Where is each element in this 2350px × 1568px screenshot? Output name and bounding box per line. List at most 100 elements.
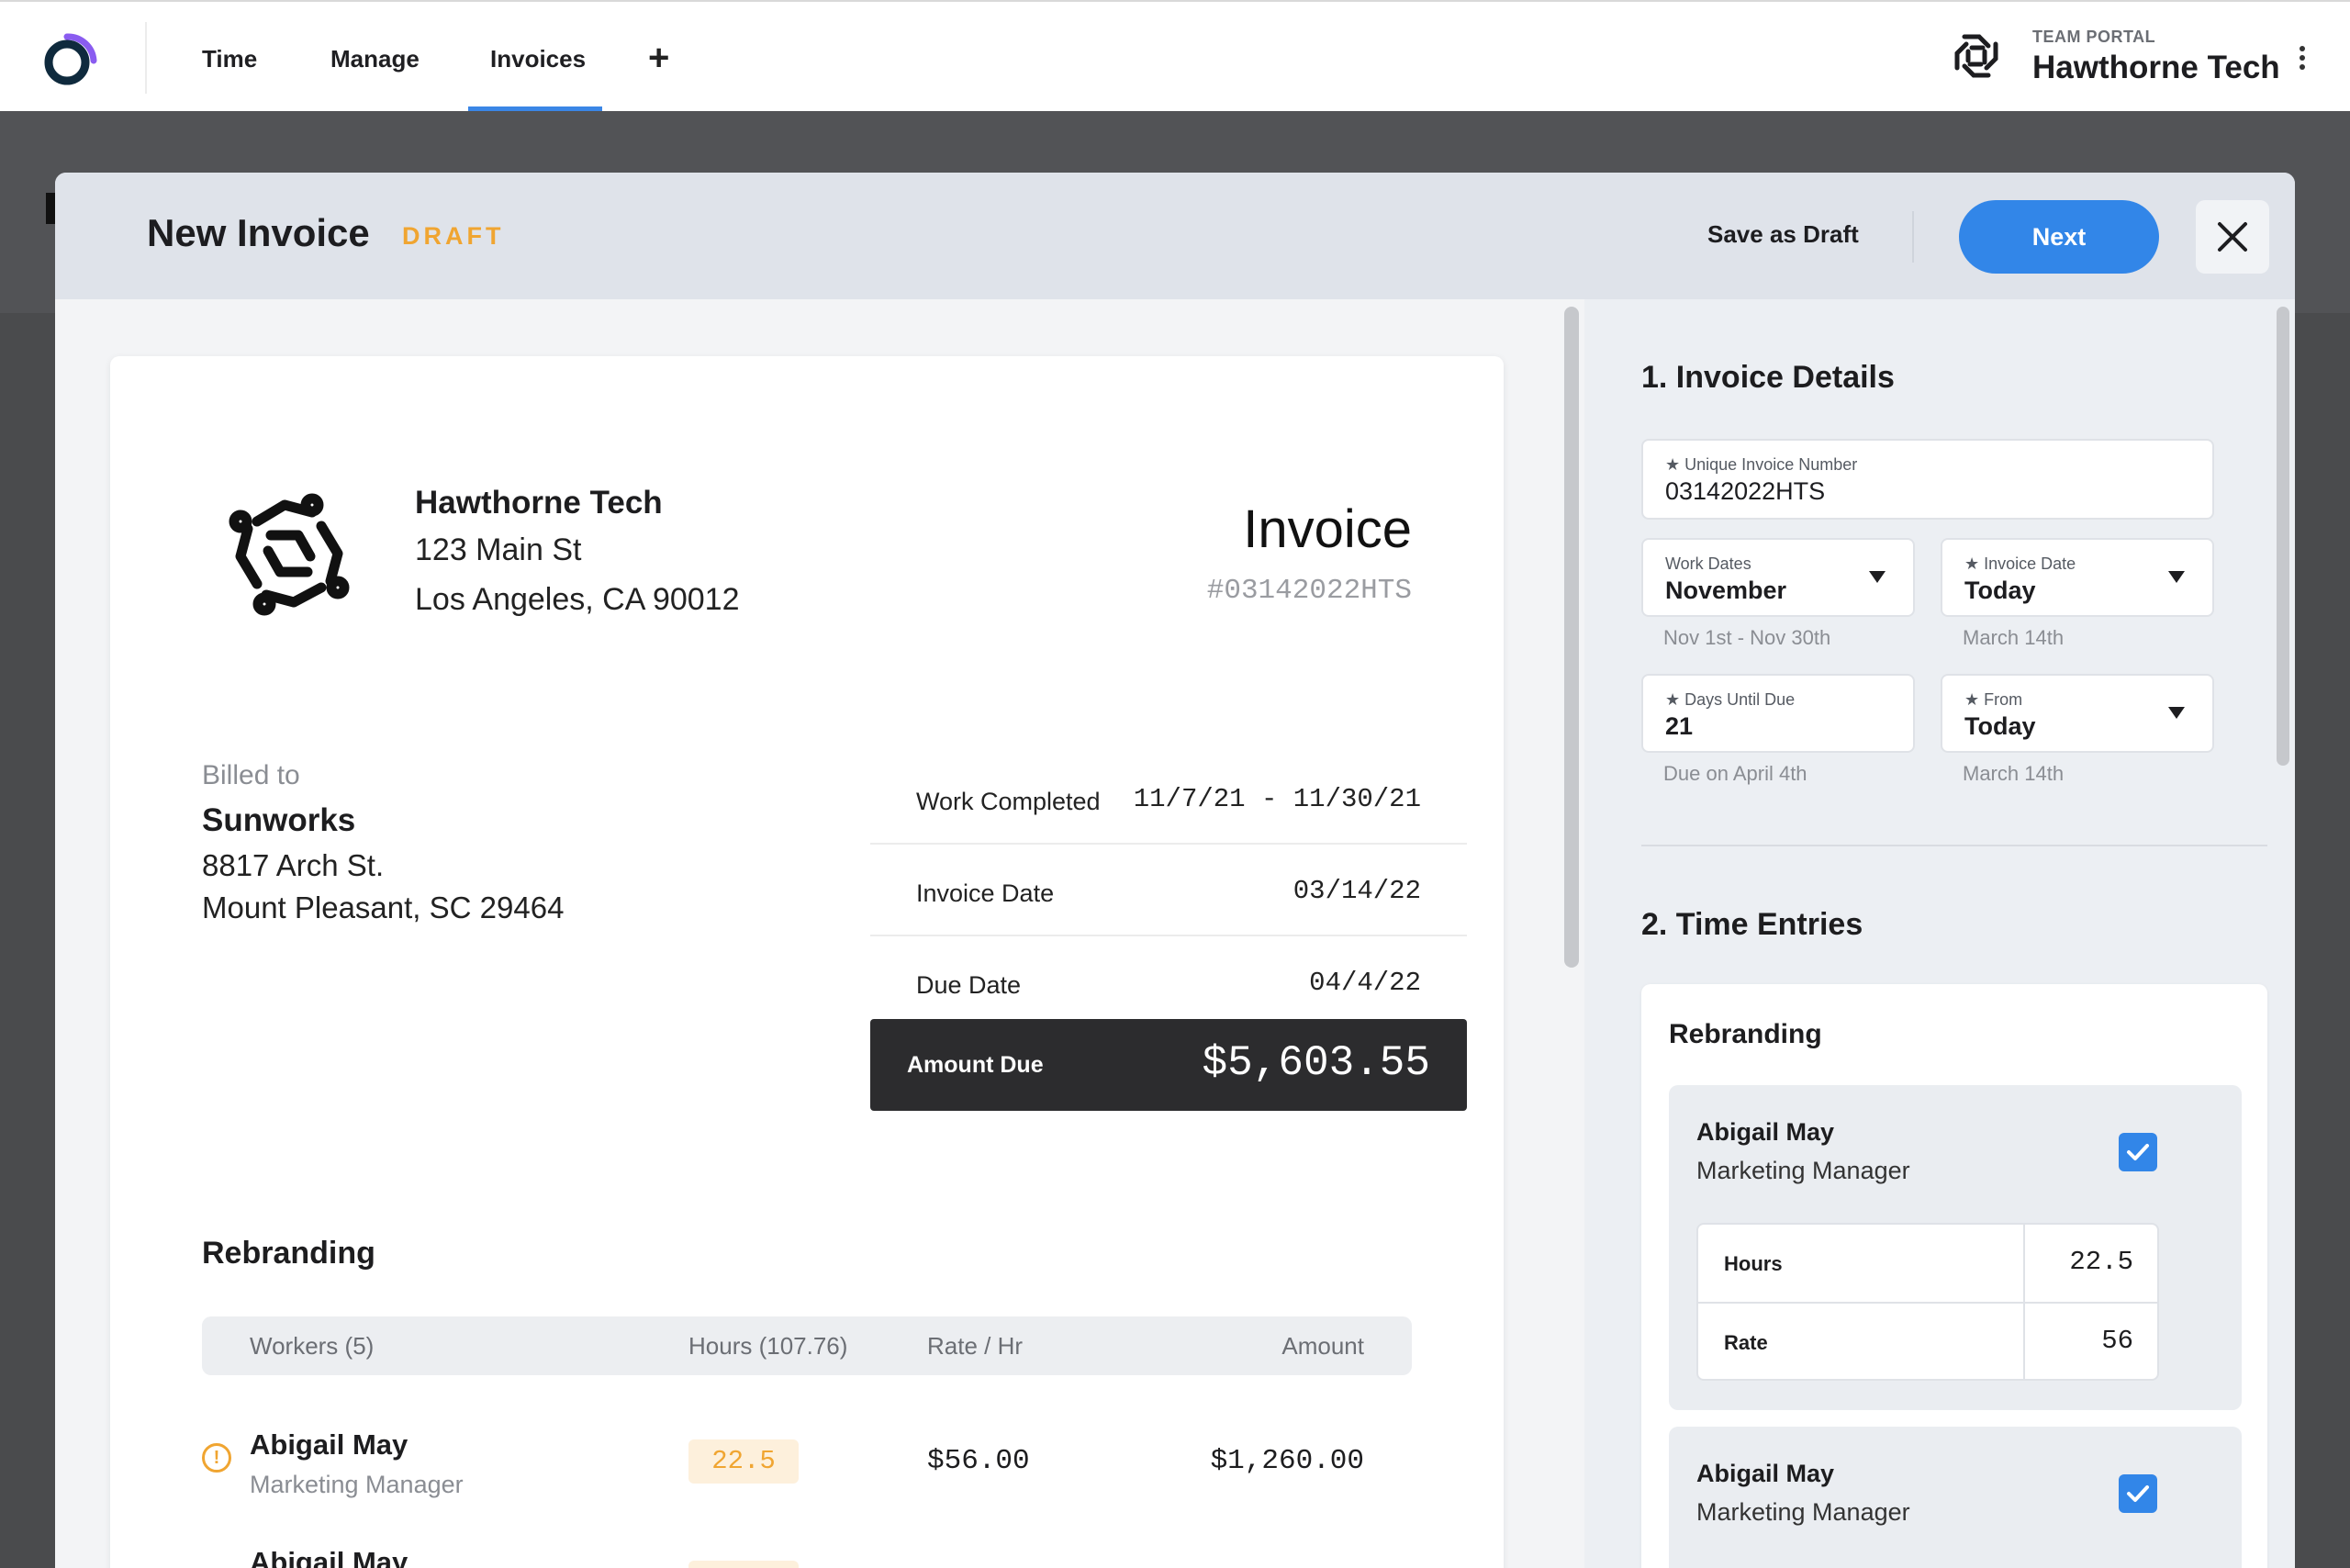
table-header: Workers (5) Hours (107.76) Rate / Hr Amo… xyxy=(202,1316,1412,1375)
summary-row-due-date: Due Date 04/4/22 xyxy=(870,936,1467,1028)
plus-icon[interactable]: + xyxy=(648,35,669,81)
due-date-hint: Due on April 4th xyxy=(1663,762,1807,785)
work-dates-select[interactable]: Work Dates November xyxy=(1641,538,1915,617)
entry-checkbox[interactable] xyxy=(2119,1133,2157,1171)
top-nav-bar: Time Manage Invoices + TEAM PORTAL Hawth… xyxy=(0,0,2350,113)
summary-label: Work Completed xyxy=(916,788,1101,815)
section-time-entries-title: 2. Time Entries xyxy=(1641,907,1863,942)
tab-manage[interactable]: Manage xyxy=(330,40,420,77)
summary-label: Invoice Date xyxy=(916,879,1055,907)
amount-due-value: $5,603.55 xyxy=(1202,1039,1430,1087)
invoice-date-select[interactable]: ★ Invoice Date Today xyxy=(1941,538,2214,617)
invoice-heading: Invoice xyxy=(1243,499,1412,559)
amount-due-label: Amount Due xyxy=(907,1052,1044,1078)
rate-value: $56.00 xyxy=(927,1445,1030,1477)
hours-input[interactable]: 22.5 xyxy=(2069,1247,2133,1277)
rate-input[interactable]: 56 xyxy=(2101,1326,2133,1356)
hours-label: Hours xyxy=(1724,1252,1783,1275)
field-label: ★ From xyxy=(1964,690,2023,709)
modal-title: New Invoice xyxy=(147,211,370,254)
client-name: Sunworks xyxy=(202,802,356,838)
preview-scrollbar[interactable] xyxy=(1564,307,1579,968)
amount-due-box: Amount Due $5,603.55 xyxy=(870,1019,1467,1111)
field-value: Today xyxy=(1964,577,2036,604)
entry-worker-role: Marketing Manager xyxy=(1696,1157,1910,1184)
amount-value: $1,260.00 xyxy=(1210,1445,1364,1477)
days-until-due-field[interactable]: ★ Days Until Due 21 xyxy=(1641,674,1915,753)
company-name: Hawthorne Tech xyxy=(415,485,663,521)
summary-value: 04/4/22 xyxy=(1309,968,1421,998)
company-address-line1: 123 Main St xyxy=(415,532,582,567)
invoice-date-hint: March 14th xyxy=(1963,626,2065,649)
background-page-text xyxy=(46,193,55,224)
hawthorne-logo-icon xyxy=(1954,34,1998,78)
company-logo-icon xyxy=(229,493,350,616)
status-badge: DRAFT xyxy=(402,222,505,250)
field-value: 21 xyxy=(1665,712,1694,740)
save-as-draft-button[interactable]: Save as Draft xyxy=(1707,220,1859,249)
from-date-hint: March 14th xyxy=(1963,762,2065,785)
from-date-select[interactable]: ★ From Today xyxy=(1941,674,2214,753)
column-divider xyxy=(2023,1225,2025,1379)
entry-rate-table: Hours 22.5 Rate 56 xyxy=(1696,1223,2159,1381)
invoice-preview: Hawthorne Tech 123 Main St Los Angeles, … xyxy=(110,356,1504,1568)
field-value: Today xyxy=(1964,712,2036,740)
field-label: ★ Invoice Date xyxy=(1964,554,2076,573)
app-logo-icon[interactable] xyxy=(42,31,99,88)
worker-name: Abigail May xyxy=(250,1428,408,1461)
tab-time[interactable]: Time xyxy=(202,40,257,77)
company-address-line2: Los Angeles, CA 90012 xyxy=(415,582,740,617)
field-label: ★ Days Until Due xyxy=(1665,690,1796,709)
worker-role: Marketing Manager xyxy=(250,1471,464,1498)
time-entry: Abigail May Marketing Manager Hours 22.5… xyxy=(1669,1085,2242,1410)
header-divider xyxy=(1912,211,1914,263)
work-dates-hint: Nov 1st - Nov 30th xyxy=(1663,626,1831,649)
billed-to-label: Billed to xyxy=(202,760,300,790)
project-title: Rebranding xyxy=(202,1236,375,1271)
hours-value xyxy=(688,1561,799,1568)
checkmark-icon xyxy=(2127,1144,2149,1160)
field-value: 03142022HTS xyxy=(1665,477,1826,505)
form-divider xyxy=(1641,845,2267,846)
close-icon xyxy=(2218,222,2247,252)
close-button[interactable] xyxy=(2196,200,2269,274)
entry-rate-row: Rate 56 xyxy=(1698,1304,2157,1381)
client-address-line1: 8817 Arch St. xyxy=(202,848,385,882)
rate-label: Rate xyxy=(1724,1331,1768,1354)
field-label: Work Dates xyxy=(1665,554,1751,573)
worker-name: Abigail May xyxy=(250,1546,408,1568)
checkmark-icon xyxy=(2127,1485,2149,1502)
portal-label: TEAM PORTAL xyxy=(2032,28,2156,46)
entry-checkbox[interactable] xyxy=(2119,1474,2157,1513)
next-button[interactable]: Next xyxy=(1959,200,2159,274)
summary-value: 11/7/21 - 11/30/21 xyxy=(1133,784,1421,814)
field-value: November xyxy=(1665,577,1787,604)
entry-worker-name: Abigail May xyxy=(1696,1118,1835,1146)
column-header-workers: Workers (5) xyxy=(250,1332,375,1360)
entry-worker-role: Marketing Manager xyxy=(1696,1498,1910,1526)
summary-row-invoice-date: Invoice Date 03/14/22 xyxy=(870,845,1467,936)
warning-icon[interactable]: ! xyxy=(202,1443,231,1473)
hours-value: 22.5 xyxy=(688,1439,799,1484)
nav-divider xyxy=(145,22,147,94)
time-entry: Abigail May Marketing Manager xyxy=(1669,1427,2242,1568)
chevron-down-icon xyxy=(1869,571,1886,583)
chevron-down-icon xyxy=(2168,707,2185,719)
client-address-line2: Mount Pleasant, SC 29464 xyxy=(202,890,565,924)
summary-label: Due Date xyxy=(916,971,1022,999)
summary-row-work-completed: Work Completed 11/7/21 - 11/30/21 xyxy=(870,753,1467,845)
invoice-number: #03142022HTS xyxy=(1206,575,1412,607)
invoice-number-field[interactable]: ★ Unique Invoice Number 03142022HTS xyxy=(1641,439,2214,520)
entry-worker-name: Abigail May xyxy=(1696,1460,1835,1487)
tab-invoices[interactable]: Invoices xyxy=(490,40,586,77)
kebab-menu-icon[interactable] xyxy=(2291,46,2313,75)
modal-header: New Invoice DRAFT Save as Draft Next xyxy=(55,173,2295,299)
project-title: Rebranding xyxy=(1669,1019,1822,1049)
entry-hours-row: Hours 22.5 xyxy=(1698,1225,2157,1302)
summary-value: 03/14/22 xyxy=(1292,876,1421,906)
form-scrollbar[interactable] xyxy=(2277,307,2289,766)
section-invoice-details-title: 1. Invoice Details xyxy=(1641,360,1895,395)
column-header-hours: Hours (107.76) xyxy=(688,1332,848,1360)
chevron-down-icon xyxy=(2168,571,2185,583)
portal-org-name[interactable]: Hawthorne Tech xyxy=(2032,50,2280,86)
